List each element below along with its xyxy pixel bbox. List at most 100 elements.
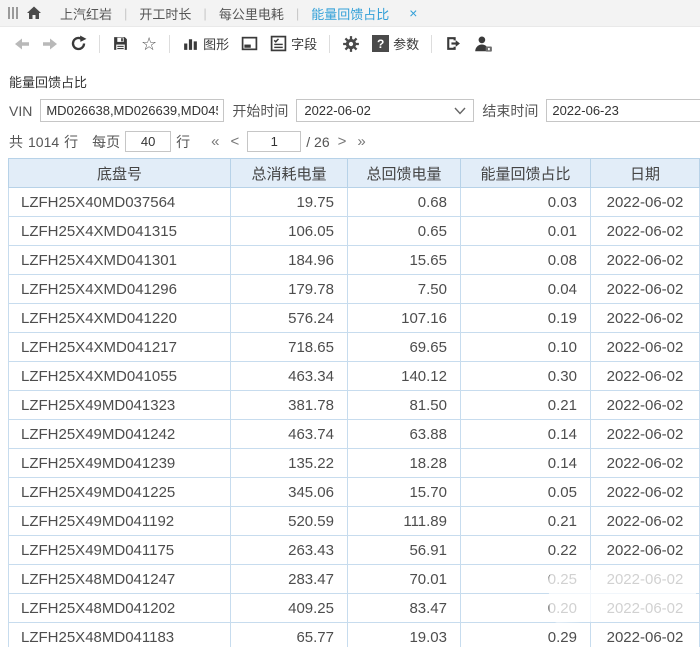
feedback-cell: 0.68 <box>348 188 461 217</box>
table-row[interactable]: LZFH25X4XMD041217718.6569.650.102022-06-… <box>9 333 700 362</box>
per-page-input[interactable] <box>125 131 171 152</box>
star-icon: ☆ <box>141 35 157 53</box>
feedback-cell: 70.01 <box>348 565 461 594</box>
table-row[interactable]: LZFH25X4XMD041301184.9615.650.082022-06-… <box>9 246 700 275</box>
start-time-select[interactable]: 2022-06-02 <box>296 99 474 122</box>
tab-energy-feedback-ratio[interactable]: 能量回馈占比 <box>299 4 401 23</box>
menu-icon[interactable] <box>8 7 18 19</box>
table-row[interactable]: LZFH25X49MD041192520.59111.890.212022-06… <box>9 507 700 536</box>
consumed-cell: 718.65 <box>231 333 348 362</box>
first-page-button[interactable]: « <box>208 133 222 150</box>
date-cell: 2022-06-02 <box>591 217 700 246</box>
chassis-cell: LZFH25X49MD041242 <box>9 420 231 449</box>
refresh-button[interactable] <box>64 31 93 57</box>
end-time-label: 结束时间 <box>482 101 538 121</box>
feedback-cell: 56.91 <box>348 536 461 565</box>
date-cell: 2022-06-02 <box>591 188 700 217</box>
tab-bar: 上汽红岩 | 开工时长 | 每公里电耗 | 能量回馈占比 × <box>0 0 700 27</box>
date-cell: 2022-06-02 <box>591 507 700 536</box>
chassis-cell: LZFH25X4XMD041217 <box>9 333 231 362</box>
table-row[interactable]: LZFH25X49MD041225345.0615.700.052022-06-… <box>9 478 700 507</box>
prev-page-button[interactable]: < <box>228 133 243 150</box>
user-button[interactable] <box>467 31 499 57</box>
chassis-cell: LZFH25X4XMD041220 <box>9 304 231 333</box>
feedback-cell: 7.50 <box>348 275 461 304</box>
gear-icon <box>342 35 360 53</box>
tab-saic-hongyan[interactable]: 上汽红岩 <box>48 4 124 23</box>
date-cell: 2022-06-02 <box>591 478 700 507</box>
user-icon <box>473 35 493 53</box>
table-row[interactable]: LZFH25X49MD041323381.7881.500.212022-06-… <box>9 391 700 420</box>
date-cell: 2022-06-02 <box>591 391 700 420</box>
per-page-label: 每页 <box>92 132 120 152</box>
ratio-cell: 0.10 <box>461 333 591 362</box>
header-feedback-ratio[interactable]: 能量回馈占比 <box>461 159 591 188</box>
feedback-cell: 111.89 <box>348 507 461 536</box>
fields-button[interactable]: 字段 <box>264 31 323 57</box>
export-icon <box>444 35 461 52</box>
ratio-cell: 0.04 <box>461 275 591 304</box>
params-button-label: 参数 <box>393 34 419 53</box>
chassis-cell: LZFH25X40MD037564 <box>9 188 231 217</box>
header-total-feedback[interactable]: 总回馈电量 <box>348 159 461 188</box>
date-cell: 2022-06-02 <box>591 623 700 647</box>
current-page-input[interactable] <box>247 131 301 152</box>
ratio-cell: 0.22 <box>461 536 591 565</box>
pagination-bar: 共 1014 行 每页 行 « < / 26 > » <box>9 131 700 152</box>
feedback-cell: 18.28 <box>348 449 461 478</box>
table-row[interactable]: LZFH25X4XMD041220576.24107.160.192022-06… <box>9 304 700 333</box>
ratio-cell: 0.08 <box>461 246 591 275</box>
fields-button-label: 字段 <box>291 34 317 53</box>
last-page-button[interactable]: » <box>354 133 368 150</box>
toolbar-divider <box>99 35 100 53</box>
table-row[interactable]: LZFH25X49MD041239135.2218.280.142022-06-… <box>9 449 700 478</box>
table-row[interactable]: LZFH25X4XMD041055463.34140.120.302022-06… <box>9 362 700 391</box>
feedback-cell: 0.65 <box>348 217 461 246</box>
settings-button[interactable] <box>336 31 366 57</box>
params-button[interactable]: ? 参数 <box>366 31 425 57</box>
table-row[interactable]: LZFH25X49MD041175263.4356.910.222022-06-… <box>9 536 700 565</box>
consumed-cell: 345.06 <box>231 478 348 507</box>
table-row[interactable]: LZFH25X4XMD041296179.787.500.042022-06-0… <box>9 275 700 304</box>
date-cell: 2022-06-02 <box>591 246 700 275</box>
chevron-down-icon <box>454 107 466 115</box>
save-button[interactable] <box>106 31 135 57</box>
date-cell: 2022-06-02 <box>591 449 700 478</box>
consumed-cell: 381.78 <box>231 391 348 420</box>
favorite-button[interactable]: ☆ <box>135 31 163 57</box>
toolbar: ☆ 图形 字段 <box>0 27 700 60</box>
tab-energy-per-km[interactable]: 每公里电耗 <box>207 4 296 23</box>
ratio-cell: 0.29 <box>461 623 591 647</box>
panel-button[interactable] <box>235 31 264 57</box>
header-total-consumed[interactable]: 总消耗电量 <box>231 159 348 188</box>
back-button[interactable] <box>8 31 36 57</box>
table-row[interactable]: LZFH25X49MD041242463.7463.880.142022-06-… <box>9 420 700 449</box>
next-page-button[interactable]: > <box>335 133 350 150</box>
consumed-cell: 179.78 <box>231 275 348 304</box>
ratio-cell: 0.21 <box>461 507 591 536</box>
consumed-cell: 520.59 <box>231 507 348 536</box>
table-row[interactable]: LZFH25X48MD04118365.7719.030.292022-06-0… <box>9 623 700 647</box>
home-icon[interactable] <box>26 5 42 21</box>
header-chassis-number[interactable]: 底盘号 <box>9 159 231 188</box>
table-row[interactable]: LZFH25X40MD03756419.750.680.032022-06-02 <box>9 188 700 217</box>
consumed-cell: 463.74 <box>231 420 348 449</box>
feedback-cell: 83.47 <box>348 594 461 623</box>
ratio-cell: 0.30 <box>461 362 591 391</box>
chassis-cell: LZFH25X49MD041175 <box>9 536 231 565</box>
chassis-cell: LZFH25X4XMD041315 <box>9 217 231 246</box>
consumed-cell: 463.34 <box>231 362 348 391</box>
chassis-cell: LZFH25X48MD041247 <box>9 565 231 594</box>
chart-button[interactable]: 图形 <box>176 31 235 57</box>
forward-button[interactable] <box>36 31 64 57</box>
end-time-input[interactable] <box>546 99 700 122</box>
tab-work-duration[interactable]: 开工时长 <box>127 4 203 23</box>
consumed-cell: 19.75 <box>231 188 348 217</box>
feedback-cell: 63.88 <box>348 420 461 449</box>
chassis-cell: LZFH25X48MD041183 <box>9 623 231 647</box>
header-date[interactable]: 日期 <box>591 159 700 188</box>
tab-close-icon[interactable]: × <box>403 5 423 21</box>
table-row[interactable]: LZFH25X4XMD041315106.050.650.012022-06-0… <box>9 217 700 246</box>
export-button[interactable] <box>438 31 467 57</box>
vin-input[interactable] <box>40 99 224 122</box>
